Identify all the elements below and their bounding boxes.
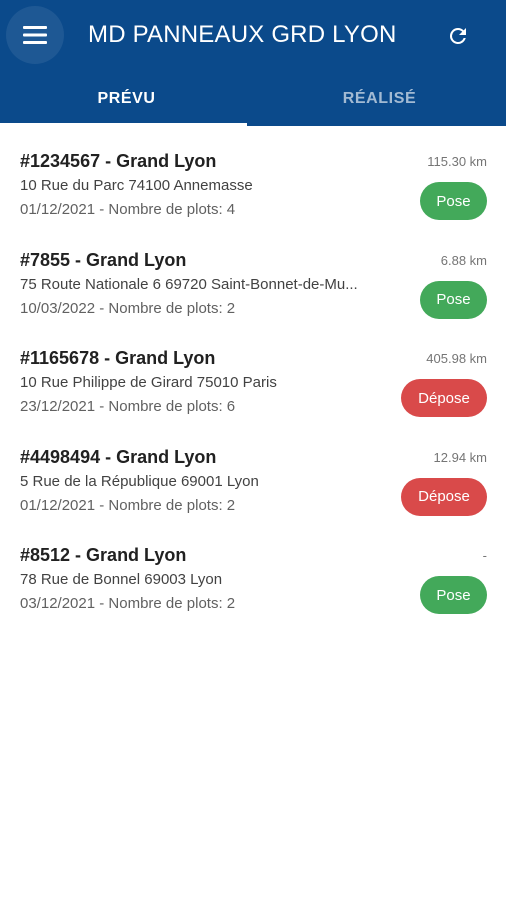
item-title: #4498494 - Grand Lyon bbox=[20, 446, 217, 467]
item-title: #1165678 - Grand Lyon bbox=[20, 348, 216, 368]
item-title: #1234567 - Grand Lyon bbox=[20, 151, 217, 171]
refresh-icon bbox=[449, 27, 466, 44]
item-address: 75 Route Nationale 6 69720 Saint-Bonnet-… bbox=[20, 275, 358, 293]
status-badge[interactable]: Pose bbox=[420, 576, 487, 614]
item-distance: 6.88 km bbox=[440, 252, 487, 268]
item-details: 10/03/2022 - Nombre de plots: 2 bbox=[20, 299, 236, 317]
menu-icon bbox=[23, 26, 47, 44]
menu-button[interactable] bbox=[6, 6, 64, 64]
tab-bar: PRÉVU RÉALISÉ bbox=[0, 72, 506, 126]
tab-label: RÉALISÉ bbox=[342, 90, 417, 107]
intervention-list: #1234567 - Grand Lyon 10 Rue du Parc 741… bbox=[0, 140, 506, 633]
tab-realise[interactable]: RÉALISÉ bbox=[253, 72, 506, 126]
refresh-button[interactable] bbox=[436, 14, 480, 58]
tab-label: PRÉVU bbox=[97, 90, 156, 107]
page-title: MD PANNEAUX GRD LYON bbox=[88, 21, 397, 48]
list-item[interactable]: #4498494 - Grand Lyon 5 Rue de la Républ… bbox=[0, 436, 506, 535]
item-title: #7855 - Grand Lyon bbox=[20, 249, 187, 270]
status-badge[interactable]: Dépose bbox=[401, 379, 487, 417]
item-distance: 405.98 km bbox=[426, 351, 487, 366]
item-details: 23/12/2021 - Nombre de plots: 6 bbox=[20, 398, 236, 415]
item-details: 03/12/2021 - Nombre de plots: 2 bbox=[20, 595, 236, 612]
item-address: 10 Rue du Parc 74100 Annemasse bbox=[20, 177, 253, 194]
list-item[interactable]: #1165678 - Grand Lyon 10 Rue Philippe de… bbox=[0, 337, 506, 436]
list-item[interactable]: #1234567 - Grand Lyon 10 Rue du Parc 741… bbox=[0, 140, 506, 239]
item-details: 01/12/2021 - Nombre de plots: 2 bbox=[20, 496, 236, 514]
list-item[interactable]: #8512 - Grand Lyon 78 Rue de Bonnel 6900… bbox=[0, 534, 506, 633]
status-badge[interactable]: Dépose bbox=[401, 477, 487, 516]
item-distance: - bbox=[482, 548, 487, 563]
status-badge[interactable]: Pose bbox=[420, 182, 487, 220]
item-details: 01/12/2021 - Nombre de plots: 4 bbox=[20, 201, 236, 218]
item-distance: 115.30 km bbox=[427, 154, 487, 169]
app-bar: MD PANNEAUX GRD LYON PRÉVU RÉALISÉ bbox=[0, 0, 506, 126]
item-address: 78 Rue de Bonnel 69003 Lyon bbox=[20, 571, 223, 588]
item-distance: 12.94 km bbox=[433, 449, 487, 465]
active-tab-indicator bbox=[0, 123, 247, 126]
item-address: 5 Rue de la République 69001 Lyon bbox=[20, 472, 259, 490]
list-item[interactable]: #7855 - Grand Lyon 75 Route Nationale 6 … bbox=[0, 239, 506, 338]
tab-prevu[interactable]: PRÉVU bbox=[0, 72, 253, 126]
item-title: #8512 - Grand Lyon bbox=[20, 545, 187, 565]
item-address: 10 Rue Philippe de Girard 75010 Paris bbox=[20, 374, 277, 391]
status-badge[interactable]: Pose bbox=[420, 280, 487, 319]
